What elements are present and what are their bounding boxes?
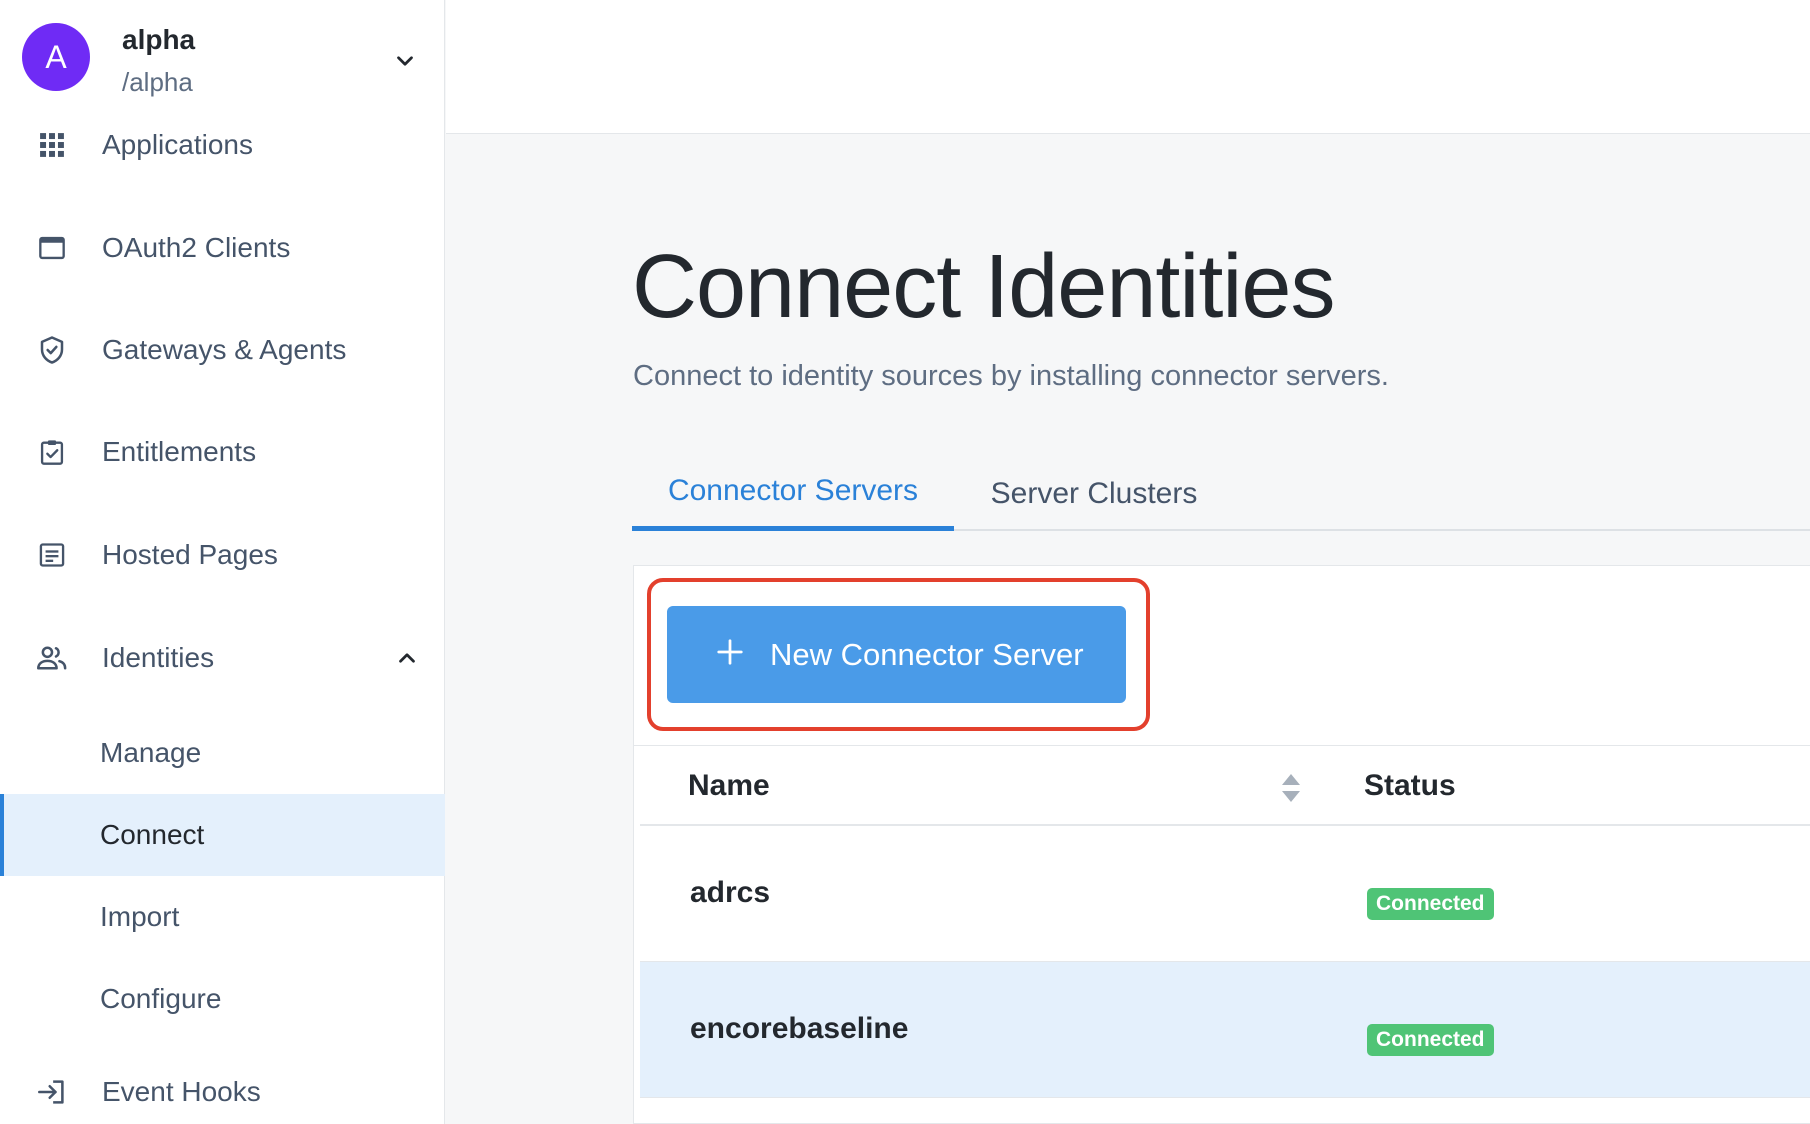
grid-icon [36, 129, 68, 161]
table-row[interactable]: adrcs Connected [640, 826, 1810, 962]
table-row[interactable]: encorebaseline Connected [640, 962, 1810, 1098]
new-connector-server-label: New Connector Server [770, 636, 1084, 672]
sidebar-item-label: Identities [102, 642, 215, 673]
column-header-status: Status [1364, 769, 1456, 802]
sidebar-item-label: Event Hooks [102, 1076, 261, 1107]
chevron-down-icon[interactable] [392, 48, 418, 74]
clipboard-check-icon [36, 436, 68, 468]
realm-switcher[interactable]: A alpha /alpha [0, 0, 445, 118]
card-toolbar: New Connector Server [634, 566, 1810, 746]
sidebar-subitem-label: Configure [100, 983, 222, 1014]
page-icon [36, 539, 68, 571]
page-title: Connect Identities [632, 237, 1335, 337]
row-name[interactable]: adrcs [690, 876, 770, 910]
status-badge: Connected [1367, 888, 1494, 920]
new-connector-server-button[interactable]: New Connector Server [667, 606, 1126, 703]
chevron-up-icon [399, 653, 415, 663]
sidebar-item-hosted-pages[interactable]: Hosted Pages [0, 520, 445, 590]
sidebar: A alpha /alpha Applications OAuth2 Clien… [0, 0, 445, 1124]
sidebar-item-oauth2-clients[interactable]: OAuth2 Clients [0, 213, 445, 283]
plus-icon [717, 639, 743, 665]
realm-avatar: A [22, 23, 90, 91]
sidebar-item-label: Entitlements [102, 436, 257, 467]
page-subtitle: Connect to identity sources by installin… [633, 360, 1389, 392]
row-name[interactable]: encorebaseline [690, 1012, 908, 1046]
people-icon [36, 642, 68, 674]
sidebar-item-event-hooks[interactable]: Event Hooks [0, 1057, 445, 1124]
sidebar-subitem-import[interactable]: Import [0, 876, 445, 958]
sidebar-subitem-manage[interactable]: Manage [0, 712, 445, 794]
sidebar-subitem-configure[interactable]: Configure [0, 958, 445, 1040]
column-header-name[interactable]: Name [688, 746, 770, 826]
sidebar-item-label: Applications [102, 129, 253, 160]
realm-path: /alpha [122, 67, 193, 97]
tab-connector-servers[interactable]: Connector Servers [632, 456, 954, 531]
sidebar-subitem-label: Manage [100, 737, 202, 768]
window-icon [36, 232, 68, 264]
sidebar-item-label: Gateways & Agents [102, 334, 347, 365]
tabs: Connector Servers Server Clusters [632, 456, 1810, 531]
sidebar-item-applications[interactable]: Applications [0, 110, 445, 180]
sidebar-subitem-label: Connect [100, 819, 205, 850]
sidebar-item-gateways-agents[interactable]: Gateways & Agents [0, 315, 445, 385]
sidebar-subitem-connect[interactable]: Connect [0, 794, 445, 876]
login-arrow-icon [36, 1076, 68, 1108]
tab-server-clusters[interactable]: Server Clusters [954, 456, 1234, 531]
top-bar [446, 0, 1810, 134]
table-header: Name Status [640, 746, 1810, 826]
sidebar-item-label: Hosted Pages [102, 539, 278, 570]
realm-name: alpha [122, 24, 196, 55]
sidebar-item-identities[interactable]: Identities [0, 623, 445, 693]
sidebar-item-entitlements[interactable]: Entitlements [0, 417, 445, 487]
sort-icon[interactable] [1280, 772, 1302, 804]
shield-check-icon [36, 334, 68, 366]
status-badge: Connected [1367, 1024, 1494, 1056]
sidebar-item-label: OAuth2 Clients [102, 232, 291, 263]
connector-servers-card: New Connector Server Name Status adrcs C… [633, 565, 1810, 1124]
sidebar-subitem-label: Import [100, 901, 180, 932]
